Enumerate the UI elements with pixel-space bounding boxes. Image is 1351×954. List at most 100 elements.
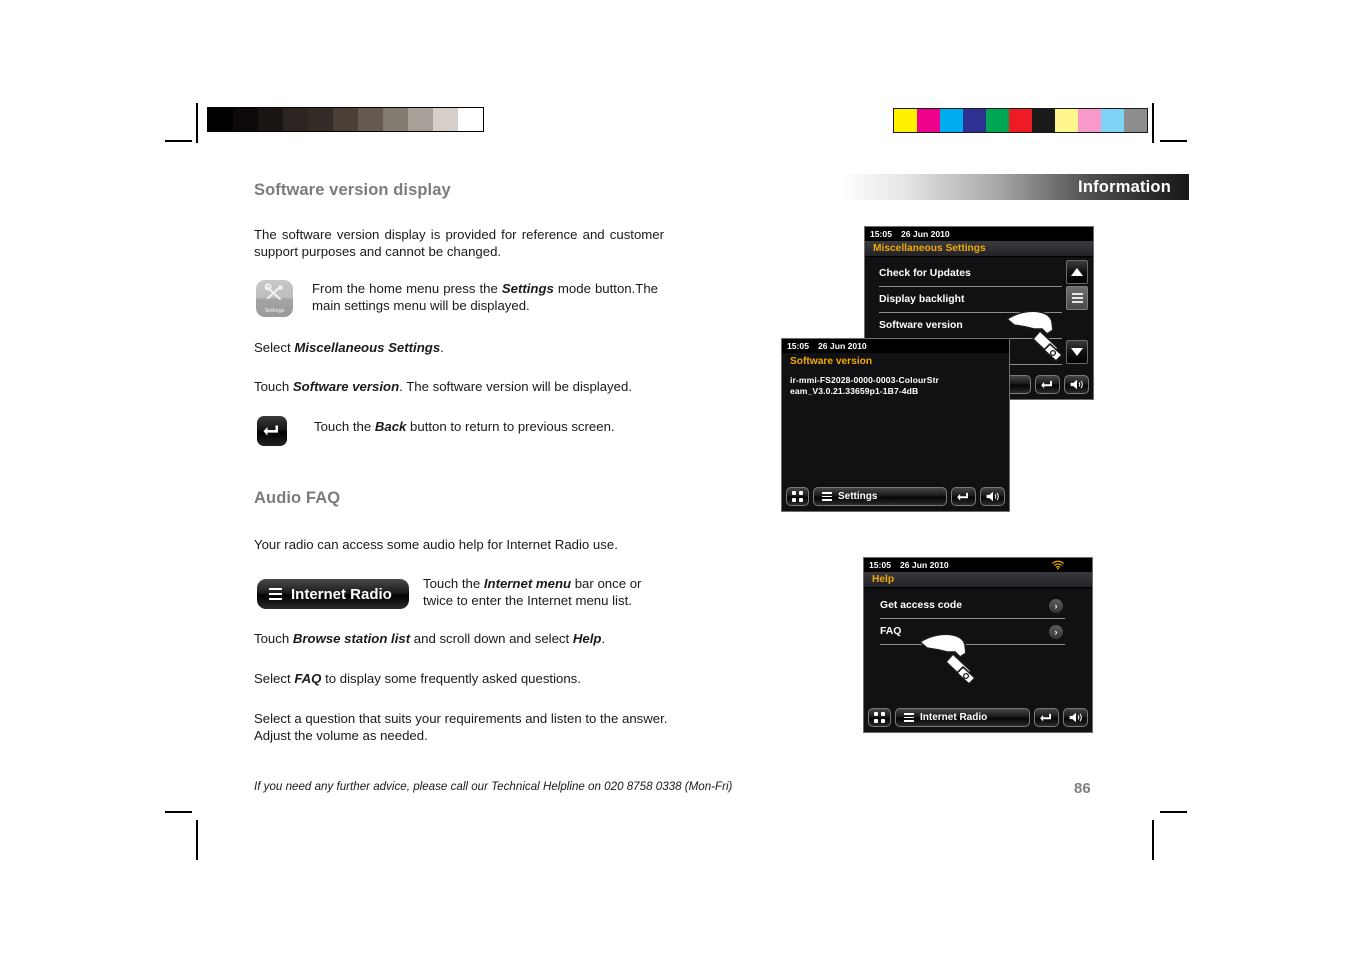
settings-mode-icon-label: Settings: [264, 308, 285, 314]
color-swatch-9: [1101, 109, 1124, 132]
grayscale-swatch-4: [308, 108, 333, 131]
touch-software-version-text: Touch Software version. The software ver…: [254, 378, 684, 395]
back-button[interactable]: [1034, 708, 1059, 727]
back-icon: [957, 492, 968, 500]
crop-mark-top-right-horizontal: [1160, 140, 1187, 142]
home-button[interactable]: [786, 487, 809, 506]
color-swatch-7: [1055, 109, 1078, 132]
list-item-check-for-updates[interactable]: Check for Updates: [879, 261, 1062, 287]
color-swatch-3: [963, 109, 986, 132]
color-swatch-8: [1078, 109, 1101, 132]
grayscale-swatch-1: [233, 108, 258, 131]
section-header-label: Information: [1078, 177, 1171, 196]
color-swatch-10: [1124, 109, 1147, 132]
menu-icon-line: [1071, 293, 1083, 295]
volume-icon: [986, 491, 999, 502]
browse-before: Touch: [254, 631, 293, 646]
crop-mark-top-left-horizontal: [165, 140, 192, 142]
grayscale-swatch-10: [458, 108, 483, 131]
touch-sv-bold: Software version: [292, 379, 400, 394]
triangle-up-icon: [1071, 268, 1083, 276]
back-button-illustration[interactable]: [257, 416, 287, 446]
color-swatch-2: [940, 109, 963, 132]
settings-step-bold: Settings: [501, 281, 554, 296]
hand-pointer-icon-help: [917, 626, 983, 693]
status-bar: 15:05 26 Jun 2010: [864, 558, 1092, 572]
intro-paragraph: The software version display is provided…: [254, 227, 664, 259]
device-screen-help: 15:05 26 Jun 2010 Help Get access code ›…: [863, 557, 1093, 733]
color-swatch-6: [1032, 109, 1055, 132]
mode-bar-label: Settings: [838, 491, 878, 502]
back-icon: [1040, 713, 1051, 721]
color-swatch-0: [894, 109, 917, 132]
footer-note: If you need any further advice, please c…: [254, 780, 733, 793]
grayscale-swatch-7: [383, 108, 408, 131]
home-button[interactable]: [868, 708, 891, 727]
crop-mark-bottom-right-horizontal: [1160, 811, 1187, 813]
back-icon: [263, 425, 278, 436]
grayscale-swatch-0: [208, 108, 233, 131]
color-swatch-1: [917, 109, 940, 132]
back-button[interactable]: [951, 487, 976, 506]
volume-button[interactable]: [1063, 708, 1088, 727]
audio-faq-heading: Audio FAQ: [254, 489, 341, 507]
internet-menu-step-text: Touch the Internet menu bar once or twic…: [423, 575, 673, 609]
device-screen-software-version: 15:05 26 Jun 2010 Software version ir-mm…: [781, 338, 1010, 512]
grayscale-calibration-strip: [207, 107, 484, 132]
chevron-right-icon[interactable]: ›: [1049, 599, 1063, 613]
list-item-label: Software version: [879, 320, 963, 331]
touch-sv-before: Touch: [254, 379, 293, 394]
screen-title-label: Software version: [790, 355, 873, 367]
section-header-information: Information: [840, 174, 1189, 200]
faq-bold: FAQ: [294, 671, 322, 686]
volume-button[interactable]: [980, 487, 1005, 506]
browse-step-text: Touch Browse station list and scroll dow…: [254, 630, 684, 647]
grayscale-swatch-6: [358, 108, 383, 131]
crop-mark-bottom-left-vertical: [196, 820, 198, 860]
crop-mark-top-right-vertical: [1152, 103, 1154, 143]
status-bar: 15:05 26 Jun 2010: [782, 339, 1009, 353]
question-step-text: Select a question that suits your requir…: [254, 711, 668, 743]
hamburger-icon: [904, 712, 914, 723]
mode-bar-button-internet-radio[interactable]: Internet Radio: [895, 708, 1030, 727]
browse-bold-1: Browse station list: [292, 631, 411, 646]
crop-mark-bottom-left-horizontal: [165, 811, 192, 813]
volume-button[interactable]: [1064, 375, 1089, 394]
screen-title: Software version: [782, 353, 1009, 369]
chevron-glyph: ›: [1054, 601, 1058, 611]
volume-icon: [1069, 712, 1082, 723]
chevron-right-icon[interactable]: ›: [1049, 625, 1063, 639]
software-version-line-1: ir-mmi-FS2028-0000-0003-ColourStr: [790, 375, 939, 385]
browse-mid: and scroll down and select: [410, 631, 573, 646]
color-swatch-5: [1009, 109, 1032, 132]
internet-radio-button-illustration[interactable]: Internet Radio: [257, 579, 409, 609]
browse-after: .: [601, 631, 606, 646]
grid-icon: [874, 712, 885, 723]
screen-title: Miscellaneous Settings: [865, 241, 1093, 257]
list-item-get-access-code[interactable]: Get access code: [880, 593, 1065, 619]
triangle-down-icon: [1071, 348, 1083, 356]
settings-mode-icon: Settings: [256, 280, 293, 317]
status-time: 15:05: [870, 229, 892, 239]
crop-mark-bottom-right-vertical: [1152, 820, 1154, 860]
screen-title-label: Miscellaneous Settings: [873, 243, 986, 254]
mode-bar-label: Internet Radio: [920, 712, 988, 723]
menu-icon-line: [1071, 301, 1083, 303]
back-button[interactable]: [1035, 375, 1060, 394]
back-step-after: button to return to previous screen.: [406, 419, 615, 434]
color-calibration-strip: [893, 108, 1148, 133]
settings-step-text: From the home menu press the Settings mo…: [312, 280, 658, 314]
wrench-icon: [256, 281, 293, 305]
back-step-text: Touch the Back button to return to previ…: [314, 418, 674, 435]
select-misc-text: Select Miscellaneous Settings.: [254, 339, 664, 356]
settings-step-text-before: From the home menu press the: [312, 281, 502, 296]
status-bar: 15:05 26 Jun 2010: [865, 227, 1093, 241]
chevron-glyph: ›: [1054, 627, 1058, 637]
scroll-up-button[interactable]: [1066, 260, 1088, 284]
menu-icon-line: [1071, 297, 1083, 299]
status-time: 15:05: [787, 341, 809, 351]
mode-bar-button-settings[interactable]: Settings: [813, 487, 947, 506]
select-misc-after: .: [440, 340, 444, 355]
page-number: 86: [1074, 780, 1091, 797]
status-date: 26 Jun 2010: [817, 341, 867, 351]
